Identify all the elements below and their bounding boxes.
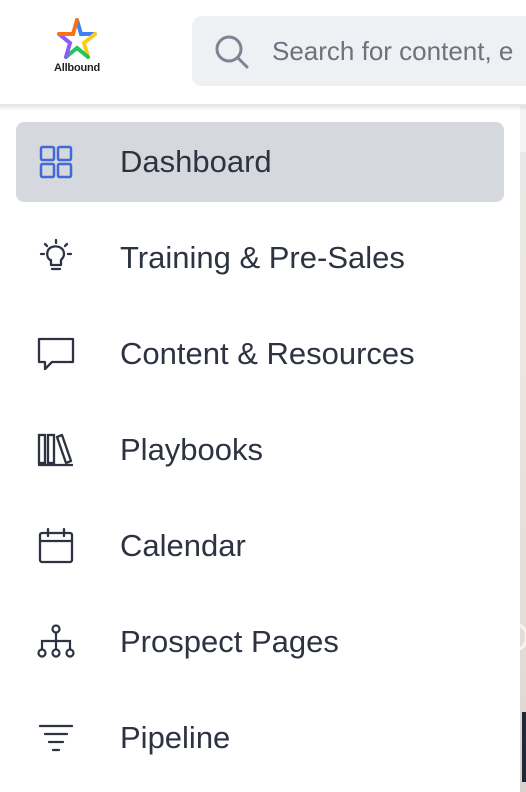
filter-icon	[36, 718, 76, 758]
sidebar-item-label: Dashboard	[120, 144, 272, 179]
sidebar-item-label: Calendar	[120, 528, 246, 563]
search-icon	[212, 33, 252, 76]
search-input[interactable]	[272, 34, 526, 68]
sitemap-icon	[36, 622, 76, 662]
logo-text: Allbound	[53, 62, 101, 74]
sidebar-item-label: Playbooks	[120, 432, 264, 467]
star-logo-icon	[57, 18, 97, 59]
sidebar-item-calendar[interactable]: Calendar	[16, 506, 504, 586]
search-bar[interactable]	[192, 16, 526, 86]
sidebar-item-training-pre-sales[interactable]: Training & Pre-Sales	[16, 218, 504, 298]
sidebar-item-prospect-pages[interactable]: Prospect Pages	[16, 602, 504, 682]
sidebar-item-label: Content & Resources	[120, 336, 415, 371]
allbound-logo[interactable]: Allbound	[40, 18, 114, 80]
sidebar-item-label: Prospect Pages	[120, 624, 339, 659]
header-shadow	[0, 105, 526, 111]
sidebar-item-playbooks[interactable]: Playbooks	[16, 410, 504, 490]
books-icon	[36, 430, 76, 470]
grid-icon	[36, 142, 76, 182]
calendar-icon	[36, 526, 76, 566]
chat-bubble-icon	[36, 334, 76, 374]
sidebar-item-pipeline[interactable]: Pipeline	[16, 698, 504, 778]
sidebar-item-dashboard[interactable]: Dashboard	[16, 122, 504, 202]
lightbulb-icon	[36, 238, 76, 278]
sidebar-nav: Dashboard Training & Pre-Sales Content &…	[0, 106, 520, 792]
top-header: Allbound	[0, 0, 526, 105]
sidebar-item-label: Pipeline	[120, 720, 231, 755]
sidebar-item-content-resources[interactable]: Content & Resources	[16, 314, 504, 394]
sidebar-item-label: Training & Pre-Sales	[120, 240, 405, 275]
